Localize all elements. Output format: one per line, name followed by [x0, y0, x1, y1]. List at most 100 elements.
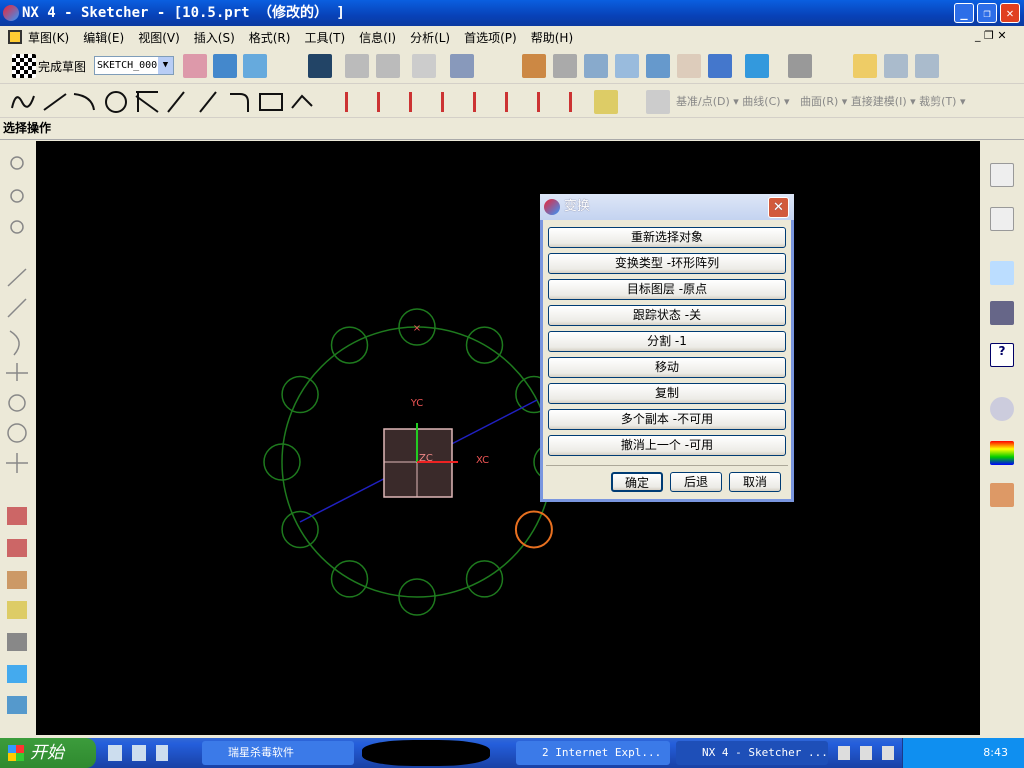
- copy-icon[interactable]: [345, 54, 369, 78]
- fillet-icon: [230, 93, 249, 112]
- chevron-down-icon[interactable]: ▼: [158, 57, 173, 74]
- orient-view-icon[interactable]: [243, 54, 267, 78]
- copy-button[interactable]: 复制: [548, 383, 786, 404]
- quick-extend-icon: [167, 91, 185, 113]
- menu-preferences[interactable]: 首选项(P): [464, 29, 517, 46]
- web-browser-icon[interactable]: [990, 261, 1014, 285]
- menu-view[interactable]: 视图(V): [138, 29, 180, 46]
- dialog-close-button[interactable]: ✕: [768, 197, 789, 218]
- menu-edit[interactable]: 编辑(E): [83, 29, 124, 46]
- color-icon[interactable]: [853, 54, 877, 78]
- help-icon[interactable]: ?: [990, 343, 1014, 367]
- ok-button[interactable]: 确定: [611, 472, 663, 492]
- rectangle-icon: [259, 93, 283, 111]
- sketch-name-select[interactable]: SKETCH_000 ▼: [94, 56, 174, 75]
- sketch-plane-icon[interactable]: [183, 54, 207, 78]
- zoom-window-icon[interactable]: [553, 54, 577, 78]
- save-icon[interactable]: [308, 54, 332, 78]
- maximize-button[interactable]: ❐: [977, 3, 997, 23]
- menu-insert[interactable]: 插入(S): [194, 29, 235, 46]
- center-point-marker: ×: [413, 323, 421, 334]
- taskbar: 开始 瑞星杀毒软件 2 Internet Expl... NX 4 - Sket…: [0, 738, 1024, 768]
- menu-info[interactable]: 信息(I): [359, 29, 396, 46]
- reselect-objects-button[interactable]: 重新选择对象: [548, 227, 786, 248]
- menu-direct-modeling[interactable]: 直接建模(I): [851, 95, 907, 108]
- fit-icon[interactable]: [522, 54, 546, 78]
- pan-icon[interactable]: [677, 54, 701, 78]
- transform-dialog: 变换 ✕ 重新选择对象 变换类型 -环形阵列 目标图层 -原点 跟踪状态 -关 …: [540, 194, 794, 502]
- dialog-title: 变换: [564, 199, 591, 214]
- profile-icon: [11, 95, 35, 109]
- tray-tool-icons[interactable]: [838, 746, 898, 760]
- menu-trim[interactable]: 裁剪(T): [919, 95, 956, 108]
- menu-analysis[interactable]: 分析(L): [410, 29, 450, 46]
- resource-bar: ?: [980, 141, 1024, 735]
- show-icon[interactable]: [915, 54, 939, 78]
- undo-last-button[interactable]: 撤消上一个 -可用: [548, 435, 786, 456]
- menu-help[interactable]: 帮助(H): [531, 29, 573, 46]
- xc-label: XC: [476, 455, 489, 466]
- close-button[interactable]: ✕: [1000, 3, 1020, 23]
- finish-flag-icon[interactable]: [12, 54, 36, 78]
- menu-sketch[interactable]: 草图(K): [28, 29, 69, 46]
- palette-icon[interactable]: [990, 441, 1014, 465]
- roles-icon[interactable]: [990, 483, 1014, 507]
- target-layer-button[interactable]: 目标图层 -原点: [548, 279, 786, 300]
- dialog-title-bar: 变换 ✕: [540, 194, 794, 220]
- sketch-menu-icon: [8, 30, 22, 44]
- doc-window-controls[interactable]: _ ❐ ✕: [975, 29, 1007, 42]
- measure-icon[interactable]: [594, 90, 618, 114]
- menu-surface[interactable]: 曲面(R): [800, 95, 838, 108]
- part-navigator-icon[interactable]: [990, 163, 1014, 187]
- view-orient-icon[interactable]: [708, 54, 732, 78]
- move-button[interactable]: 移动: [548, 357, 786, 378]
- graphics-canvas[interactable]: YC XC ZC ×: [36, 141, 980, 735]
- sketch-curve-tools[interactable]: [8, 88, 338, 114]
- line-icon: [43, 93, 67, 111]
- multiple-copies-button[interactable]: 多个副本 -不可用: [548, 409, 786, 430]
- paste-icon[interactable]: [376, 54, 400, 78]
- info-icon[interactable]: [450, 54, 474, 78]
- subdivide-button[interactable]: 分割 -1: [548, 331, 786, 352]
- task-rising-antivirus[interactable]: 瑞星杀毒软件: [202, 741, 354, 765]
- task-internet-explorer[interactable]: 2 Internet Expl...: [516, 741, 670, 765]
- assembly-navigator-icon[interactable]: [990, 207, 1014, 231]
- task-nx-sketcher[interactable]: NX 4 - Sketcher ...: [676, 741, 828, 765]
- menu-format[interactable]: 格式(R): [249, 29, 291, 46]
- menu-tools[interactable]: 工具(T): [304, 29, 345, 46]
- minimize-button[interactable]: _: [954, 3, 974, 23]
- start-button[interactable]: 开始: [0, 738, 96, 768]
- sketch-geometry: YC XC ZC ×: [263, 308, 571, 616]
- reattach-icon[interactable]: [213, 54, 237, 78]
- constraint-tools[interactable]: [345, 92, 595, 112]
- render-style-icon[interactable]: [745, 54, 769, 78]
- history-clock-icon[interactable]: [990, 397, 1014, 421]
- back-button[interactable]: 后退: [670, 472, 722, 492]
- arc-icon: [73, 93, 95, 111]
- rotate-icon[interactable]: [646, 54, 670, 78]
- trace-status-button[interactable]: 跟踪状态 -关: [548, 305, 786, 326]
- task-label: NX 4 - Sketcher ...: [702, 746, 828, 759]
- nx-logo-icon: [3, 5, 19, 21]
- hide-icon[interactable]: [884, 54, 908, 78]
- cancel-button[interactable]: 取消: [729, 472, 781, 492]
- left-tool-icons[interactable]: [0, 141, 36, 735]
- clock: 8:43: [983, 746, 1008, 759]
- menu-datum-point[interactable]: 基准/点(D): [676, 95, 730, 108]
- quick-launch-icons[interactable]: [108, 745, 168, 761]
- datum-icon[interactable]: [646, 90, 670, 114]
- nx-logo-icon: [544, 199, 560, 215]
- start-label: 开始: [30, 743, 64, 763]
- transform-type-button[interactable]: 变换类型 -环形阵列: [548, 253, 786, 274]
- display-icon[interactable]: [788, 54, 812, 78]
- toolbar-sketch: 基准/点(D) ▾ 曲线(C) ▾ 曲面(R) ▾ 直接建模(I) ▾ 裁剪(T…: [0, 84, 1024, 118]
- training-icon[interactable]: [990, 301, 1014, 325]
- zoom-in-icon[interactable]: [615, 54, 639, 78]
- left-toolbar: [0, 141, 36, 735]
- undo-icon[interactable]: [412, 54, 436, 78]
- finish-sketch-button[interactable]: 完成草图: [38, 58, 86, 75]
- zoom-box-icon[interactable]: [584, 54, 608, 78]
- task-label: 2 Internet Expl...: [542, 746, 662, 759]
- window-title: NX 4 - Sketcher - [10.5.prt （修改的） ]: [22, 5, 345, 21]
- menu-curve[interactable]: 曲线(C): [742, 95, 780, 108]
